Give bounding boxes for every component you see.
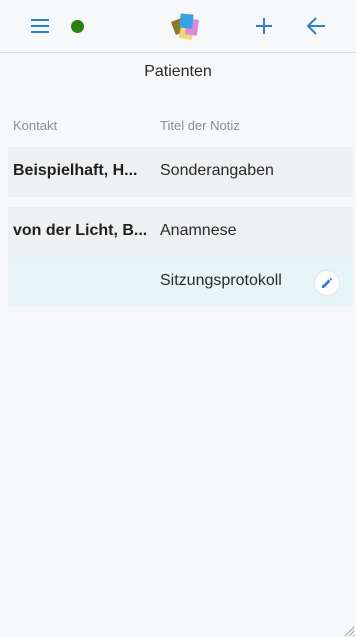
column-header-titel: Titel der Notiz <box>160 118 240 133</box>
top-app-bar <box>0 0 356 53</box>
resize-grip-icon[interactable] <box>343 624 355 637</box>
table-row[interactable]: Beispielhaft, H... Sonderangaben <box>8 147 353 197</box>
note-title-cell: Sitzungsprotokoll <box>160 272 282 289</box>
app-logo-icon <box>170 11 202 43</box>
edit-button[interactable] <box>315 271 339 295</box>
pencil-icon <box>322 277 333 288</box>
plus-icon <box>256 18 272 34</box>
contact-cell: von der Licht, B... <box>13 222 148 239</box>
arrow-left-icon <box>306 17 325 35</box>
page-title: Patienten <box>144 63 212 80</box>
back-button[interactable] <box>305 15 327 37</box>
note-title-cell: Sonderangaben <box>160 162 274 179</box>
hamburger-menu-icon[interactable] <box>29 17 51 35</box>
table-row[interactable]: Sitzungsprotokoll <box>8 257 353 307</box>
column-header-kontakt: Kontakt <box>13 118 58 133</box>
add-button[interactable] <box>253 15 275 37</box>
contact-cell: Beispielhaft, H... <box>13 162 138 179</box>
status-indicator <box>71 20 84 33</box>
note-title-cell: Anamnese <box>160 222 237 239</box>
table-row[interactable]: von der Licht, B... Anamnese <box>8 207 353 257</box>
